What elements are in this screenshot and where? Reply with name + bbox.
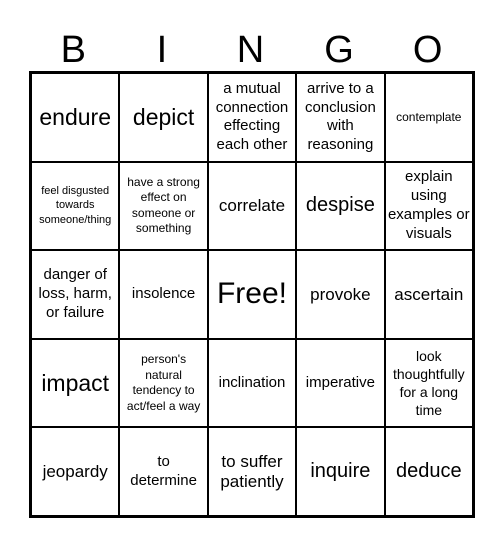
bingo-cell[interactable]: a mutual connection effecting each other [207, 73, 297, 162]
header-letter-i: I [156, 29, 168, 71]
bingo-cell[interactable]: inquire [296, 427, 385, 516]
bingo-cell[interactable]: imperative [296, 338, 385, 428]
free-space-cell[interactable]: Free! [207, 250, 297, 339]
bingo-cell[interactable]: correlate [207, 161, 297, 251]
bingo-cell[interactable]: insolence [119, 250, 208, 339]
bingo-cell[interactable]: to suffer patiently [207, 427, 297, 516]
bingo-cell[interactable]: look thoughtfully for a long time [384, 338, 473, 428]
bingo-cell[interactable]: impact [31, 338, 120, 428]
header-letter-g: G [324, 29, 354, 71]
bingo-cell[interactable]: ascertain [384, 250, 473, 339]
bingo-cell[interactable]: to determine [119, 427, 208, 516]
bingo-cell[interactable]: contemplate [384, 73, 473, 162]
bingo-cell[interactable]: deduce [384, 427, 473, 516]
bingo-cell[interactable]: depict [119, 73, 208, 162]
bingo-cell[interactable]: jeopardy [31, 427, 120, 516]
bingo-cell[interactable]: person's natural tendency to act/feel a … [119, 338, 208, 428]
bingo-cell[interactable]: endure [31, 73, 120, 162]
bingo-cell[interactable]: feel disgusted towards someone/thing [31, 161, 120, 251]
header-letter-o: O [412, 29, 443, 71]
bingo-cell[interactable]: inclination [207, 338, 297, 428]
bingo-cell[interactable]: explain using examples or visuals [384, 161, 473, 251]
bingo-cell[interactable]: arrive to a conclusion with reasoning [296, 73, 385, 162]
bingo-cell[interactable]: danger of loss, harm, or failure [31, 250, 120, 339]
bingo-header: B I N G O [29, 28, 473, 72]
bingo-cell[interactable]: despise [296, 161, 385, 251]
header-letter-n: N [236, 29, 265, 71]
bingo-cell[interactable]: have a strong effect on someone or somet… [119, 161, 208, 251]
header-letter-b: B [60, 29, 86, 71]
bingo-grid: endure depict a mutual connection effect… [29, 71, 475, 518]
bingo-cell[interactable]: provoke [296, 250, 385, 339]
